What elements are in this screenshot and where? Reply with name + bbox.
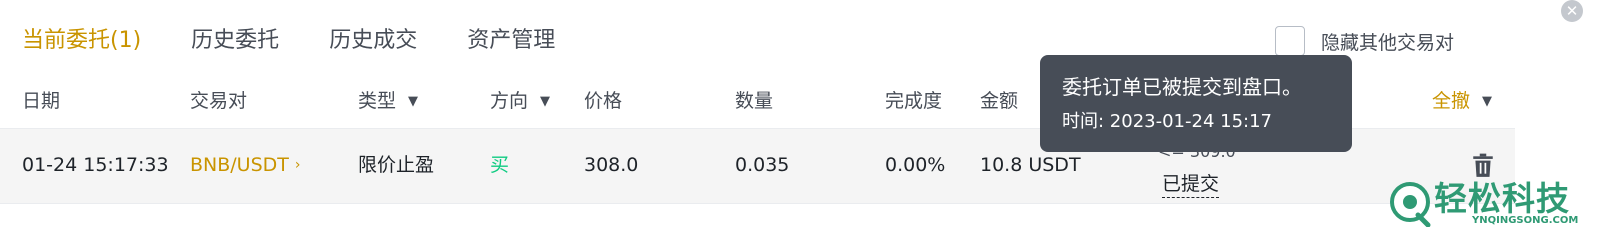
- tab-order-history[interactable]: 历史委托: [191, 26, 279, 56]
- watermark-subtitle: YNQINGSONG.COM: [1472, 215, 1579, 226]
- tooltip-message: 委托订单已被提交到盘口。: [1062, 75, 1302, 99]
- order-amount: 0.035: [735, 154, 790, 176]
- cancel-all-button[interactable]: 全撤 ▼: [1432, 86, 1492, 116]
- order-pair-label: BNB/USDT: [190, 154, 289, 176]
- order-side: 买: [490, 154, 510, 176]
- column-header-price: 价格: [584, 90, 623, 112]
- tooltip-time: 时间: 2023-01-24 15:17: [1062, 111, 1272, 132]
- column-header-pair: 交易对: [190, 90, 248, 112]
- column-header-type-label: 类型: [358, 90, 397, 112]
- caret-down-icon: ▼: [408, 94, 419, 109]
- watermark-logo-icon: [1390, 182, 1431, 227]
- tab-trade-history[interactable]: 历史成交: [329, 26, 417, 56]
- cancel-all-label: 全撤: [1432, 90, 1471, 112]
- order-date: 01-24 15:17:33: [22, 154, 169, 176]
- order-price: 308.0: [584, 154, 639, 176]
- hide-other-pairs-checkbox[interactable]: [1275, 26, 1305, 56]
- caret-down-icon: ▼: [540, 94, 551, 109]
- tab-funds[interactable]: 资产管理: [467, 26, 555, 56]
- order-pair-link[interactable]: BNB/USDT ›: [190, 150, 301, 180]
- chevron-right-icon: ›: [294, 157, 301, 173]
- order-filled: 0.00%: [885, 154, 946, 176]
- column-header-side[interactable]: 方向 ▼: [490, 86, 550, 116]
- column-header-type[interactable]: 类型 ▼: [358, 86, 418, 116]
- close-icon[interactable]: ✕: [1561, 0, 1583, 22]
- column-header-amount: 数量: [735, 90, 774, 112]
- order-status[interactable]: 已提交: [1162, 170, 1220, 198]
- watermark-title: 轻松科技: [1434, 179, 1570, 218]
- column-header-side-label: 方向: [490, 90, 529, 112]
- order-type: 限价止盈: [358, 154, 435, 176]
- hide-other-pairs: 隐藏其他交易对: [1275, 26, 1454, 56]
- column-header-date: 日期: [22, 90, 61, 112]
- order-tabs: 当前委托(1) 历史委托 历史成交 资产管理: [22, 26, 605, 56]
- trash-icon[interactable]: [1470, 152, 1496, 178]
- tab-open-orders[interactable]: 当前委托(1): [22, 26, 141, 56]
- column-header-total: 金额: [980, 90, 1019, 112]
- order-status-tooltip: 委托订单已被提交到盘口。 时间: 2023-01-24 15:17: [1040, 55, 1352, 152]
- column-header-filled: 完成度: [885, 90, 943, 112]
- hide-other-pairs-label: 隐藏其他交易对: [1321, 31, 1455, 54]
- caret-down-icon: ▼: [1482, 94, 1493, 109]
- order-total: 10.8 USDT: [980, 154, 1081, 176]
- watermark: 轻松科技 YNQINGSONG.COM: [1388, 179, 1593, 228]
